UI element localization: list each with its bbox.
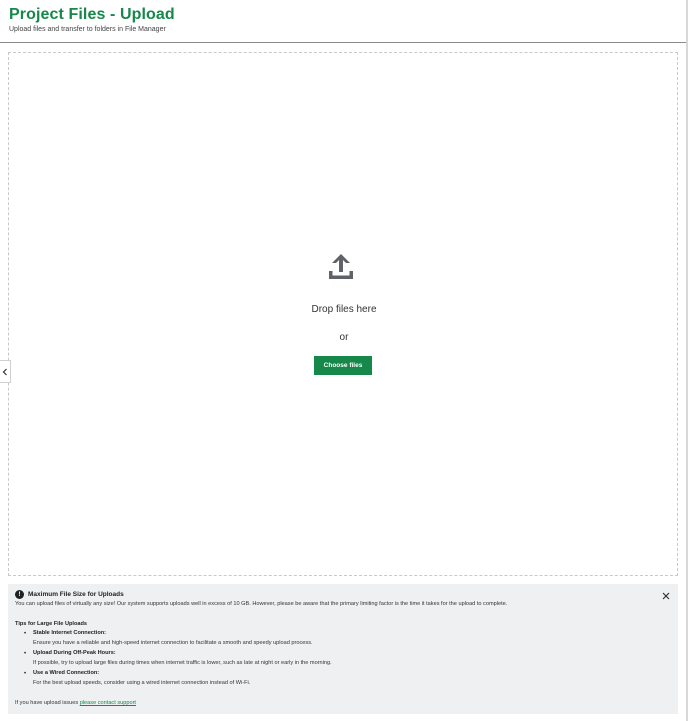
bullet-icon: •: [24, 631, 27, 637]
bullet-icon: •: [24, 651, 27, 657]
tip-title: Upload During Off-Peak Hours:: [33, 650, 116, 656]
support-line: If you have upload issues please contact…: [15, 700, 136, 706]
close-icon: [662, 592, 670, 600]
page-subtitle: Upload files and transfer to folders in …: [9, 26, 166, 33]
tip-description: For the best upload speeds, consider usi…: [33, 680, 251, 686]
info-description: You can upload files of virtually any si…: [15, 601, 508, 607]
bullet-icon: •: [24, 671, 27, 677]
tip-title: Stable Internet Connection:: [33, 630, 107, 636]
choose-files-button[interactable]: Choose files: [314, 356, 372, 375]
page-title: Project Files - Upload: [9, 6, 175, 23]
page-header: Project Files - Upload Upload files and …: [0, 0, 688, 43]
tips-heading: Tips for Large File Uploads: [15, 621, 88, 627]
support-text: If you have upload issues: [15, 700, 79, 706]
close-info-button[interactable]: [660, 590, 672, 602]
upload-icon: [329, 254, 353, 279]
tip-description: If possible, try to upload large files d…: [33, 660, 332, 666]
tip-description: Ensure you have a reliable and high-spee…: [33, 640, 313, 646]
info-title: Maximum File Size for Uploads: [28, 591, 124, 598]
upload-info-panel: ! Maximum File Size for Uploads You can …: [8, 584, 678, 714]
or-separator: or: [339, 332, 349, 343]
exclamation-circle-icon: !: [15, 590, 24, 599]
sidebar-toggle[interactable]: [0, 360, 11, 383]
contact-support-link[interactable]: please contact support: [80, 700, 136, 706]
chevron-left-icon: [2, 368, 7, 375]
drop-files-text: Drop files here: [311, 304, 377, 315]
tip-title: Use a Wired Connection:: [33, 670, 100, 676]
